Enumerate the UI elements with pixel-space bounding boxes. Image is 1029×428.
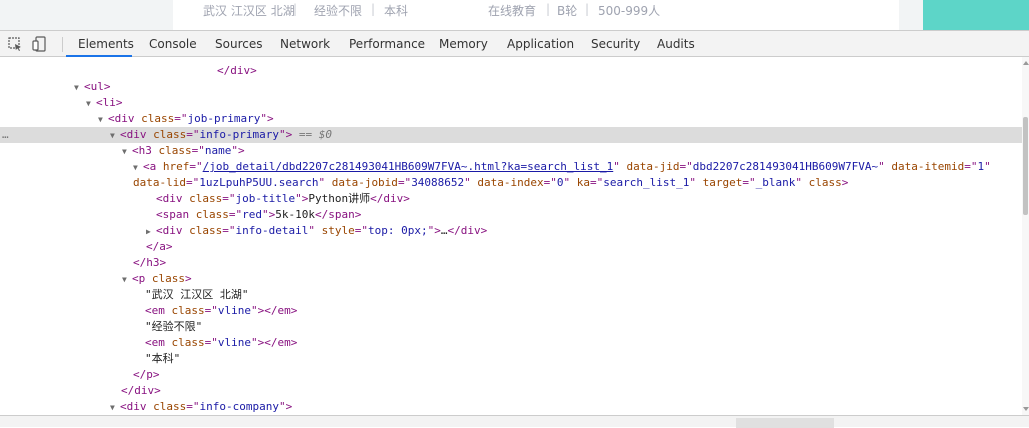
expand-triangle-icon[interactable]: ▼ [122,144,132,160]
scrollbar-thumb[interactable] [1023,117,1028,215]
tab-performance[interactable]: Performance [349,37,425,51]
job-education: 本科 [384,4,409,18]
dom-node-job-primary[interactable]: ▼ <div class="job-primary"> [0,111,1022,127]
separator: | [585,2,590,16]
tab-application[interactable]: Application [507,37,574,51]
expand-triangle-icon[interactable]: ▼ [133,160,143,176]
expand-triangle-icon[interactable]: ▼ [74,80,84,96]
dom-node-job-title[interactable]: <div class="job-title">Python讲师</div> [0,191,1022,207]
separator: | [371,2,376,16]
teal-banner [923,0,1029,30]
separator: | [293,2,298,16]
dom-node-salary-span[interactable]: <span class="red">5k-10k</span> [0,207,1022,223]
dom-node-info-primary-selected[interactable]: … ▼ <div class="info-primary"> == $0 [0,127,1022,143]
inspect-element-icon[interactable] [7,36,23,52]
job-location: 武汉 江汉区 北湖 [203,4,295,18]
dom-node-close-a[interactable]: </a> [0,239,1022,255]
expand-triangle-icon[interactable]: ▼ [86,96,96,112]
selected-node-marker: == $0 [298,128,332,141]
dom-node-close-h3[interactable]: </h3> [0,255,1022,271]
scroll-down-arrow-icon[interactable] [1023,407,1029,411]
dom-node-info-company[interactable]: ▼ <div class="info-company"> [0,399,1022,415]
dom-node-info-detail[interactable]: ▶ <div class="info-detail" style="top: 0p… [0,223,1022,239]
vertical-scrollbar[interactable] [1022,57,1029,415]
expand-triangle-icon[interactable]: ▼ [110,128,120,144]
dom-node-anchor[interactable]: ▼ <a href="/job_detail/dbd2207c281493041H… [0,159,1022,175]
toolbar-divider [62,37,63,52]
dom-node-h3[interactable]: ▼ <h3 class="name"> [0,143,1022,159]
href-link[interactable]: /job_detail/dbd2207c281493041HB609W7FVA~… [203,160,614,173]
tab-sources[interactable]: Sources [215,37,262,51]
dom-node-ul[interactable]: ▼ <ul> [0,79,1022,95]
device-toolbar-icon[interactable] [32,36,48,52]
tab-elements[interactable]: Elements [78,37,134,51]
expand-triangle-icon[interactable]: ▼ [122,272,132,288]
separator: | [546,2,551,16]
tab-console[interactable]: Console [149,37,197,51]
dom-node-p[interactable]: ▼ <p class> [0,271,1022,287]
breadcrumb[interactable] [0,415,1029,428]
tab-audits[interactable]: Audits [657,37,695,51]
dom-node-li[interactable]: ▼ <li> [0,95,1022,111]
dom-node-close-p[interactable]: </p> [0,367,1022,383]
tab-network[interactable]: Network [280,37,330,51]
dom-text-experience[interactable]: "经验不限" [0,319,1022,335]
expand-triangle-icon[interactable]: ▼ [98,112,108,128]
scroll-up-arrow-icon[interactable] [1023,61,1029,65]
company-stage: B轮 [557,4,578,18]
devtools-toolbar: Elements Console Sources Network Perform… [0,30,1029,57]
dom-node-em-vline[interactable]: <em class="vline"></em> [0,303,1022,319]
dom-text-education[interactable]: "本科" [0,351,1022,367]
company-industry: 在线教育 [488,4,537,18]
dom-text-location[interactable]: "武汉 江汉区 北湖" [0,287,1022,303]
web-page-header-strip: 武汉 江汉区 北湖 | 经验不限 | 本科 在线教育 | B轮 | 500-99… [0,0,1029,30]
dom-node-em-vline[interactable]: <em class="vline"></em> [0,335,1022,351]
tab-security[interactable]: Security [591,37,640,51]
job-experience: 经验不限 [314,4,363,18]
dom-tree[interactable]: </div> ▼ <ul> ▼ <li> ▼ <div class="job-prim… [0,57,1022,415]
dom-node-close-div[interactable]: </div> [0,63,1022,79]
expand-triangle-icon[interactable]: ▶ [146,224,156,240]
dom-node-anchor-attrs[interactable]: data-lid="1uzLpuhP5UU.search" data-jobid… [0,175,1022,191]
dom-node-close-div[interactable]: </div> [0,383,1022,399]
company-size: 500-999人 [598,4,661,18]
expand-triangle-icon[interactable]: ▼ [110,400,120,415]
more-options-icon[interactable]: … [2,127,9,143]
tab-memory[interactable]: Memory [439,37,488,51]
